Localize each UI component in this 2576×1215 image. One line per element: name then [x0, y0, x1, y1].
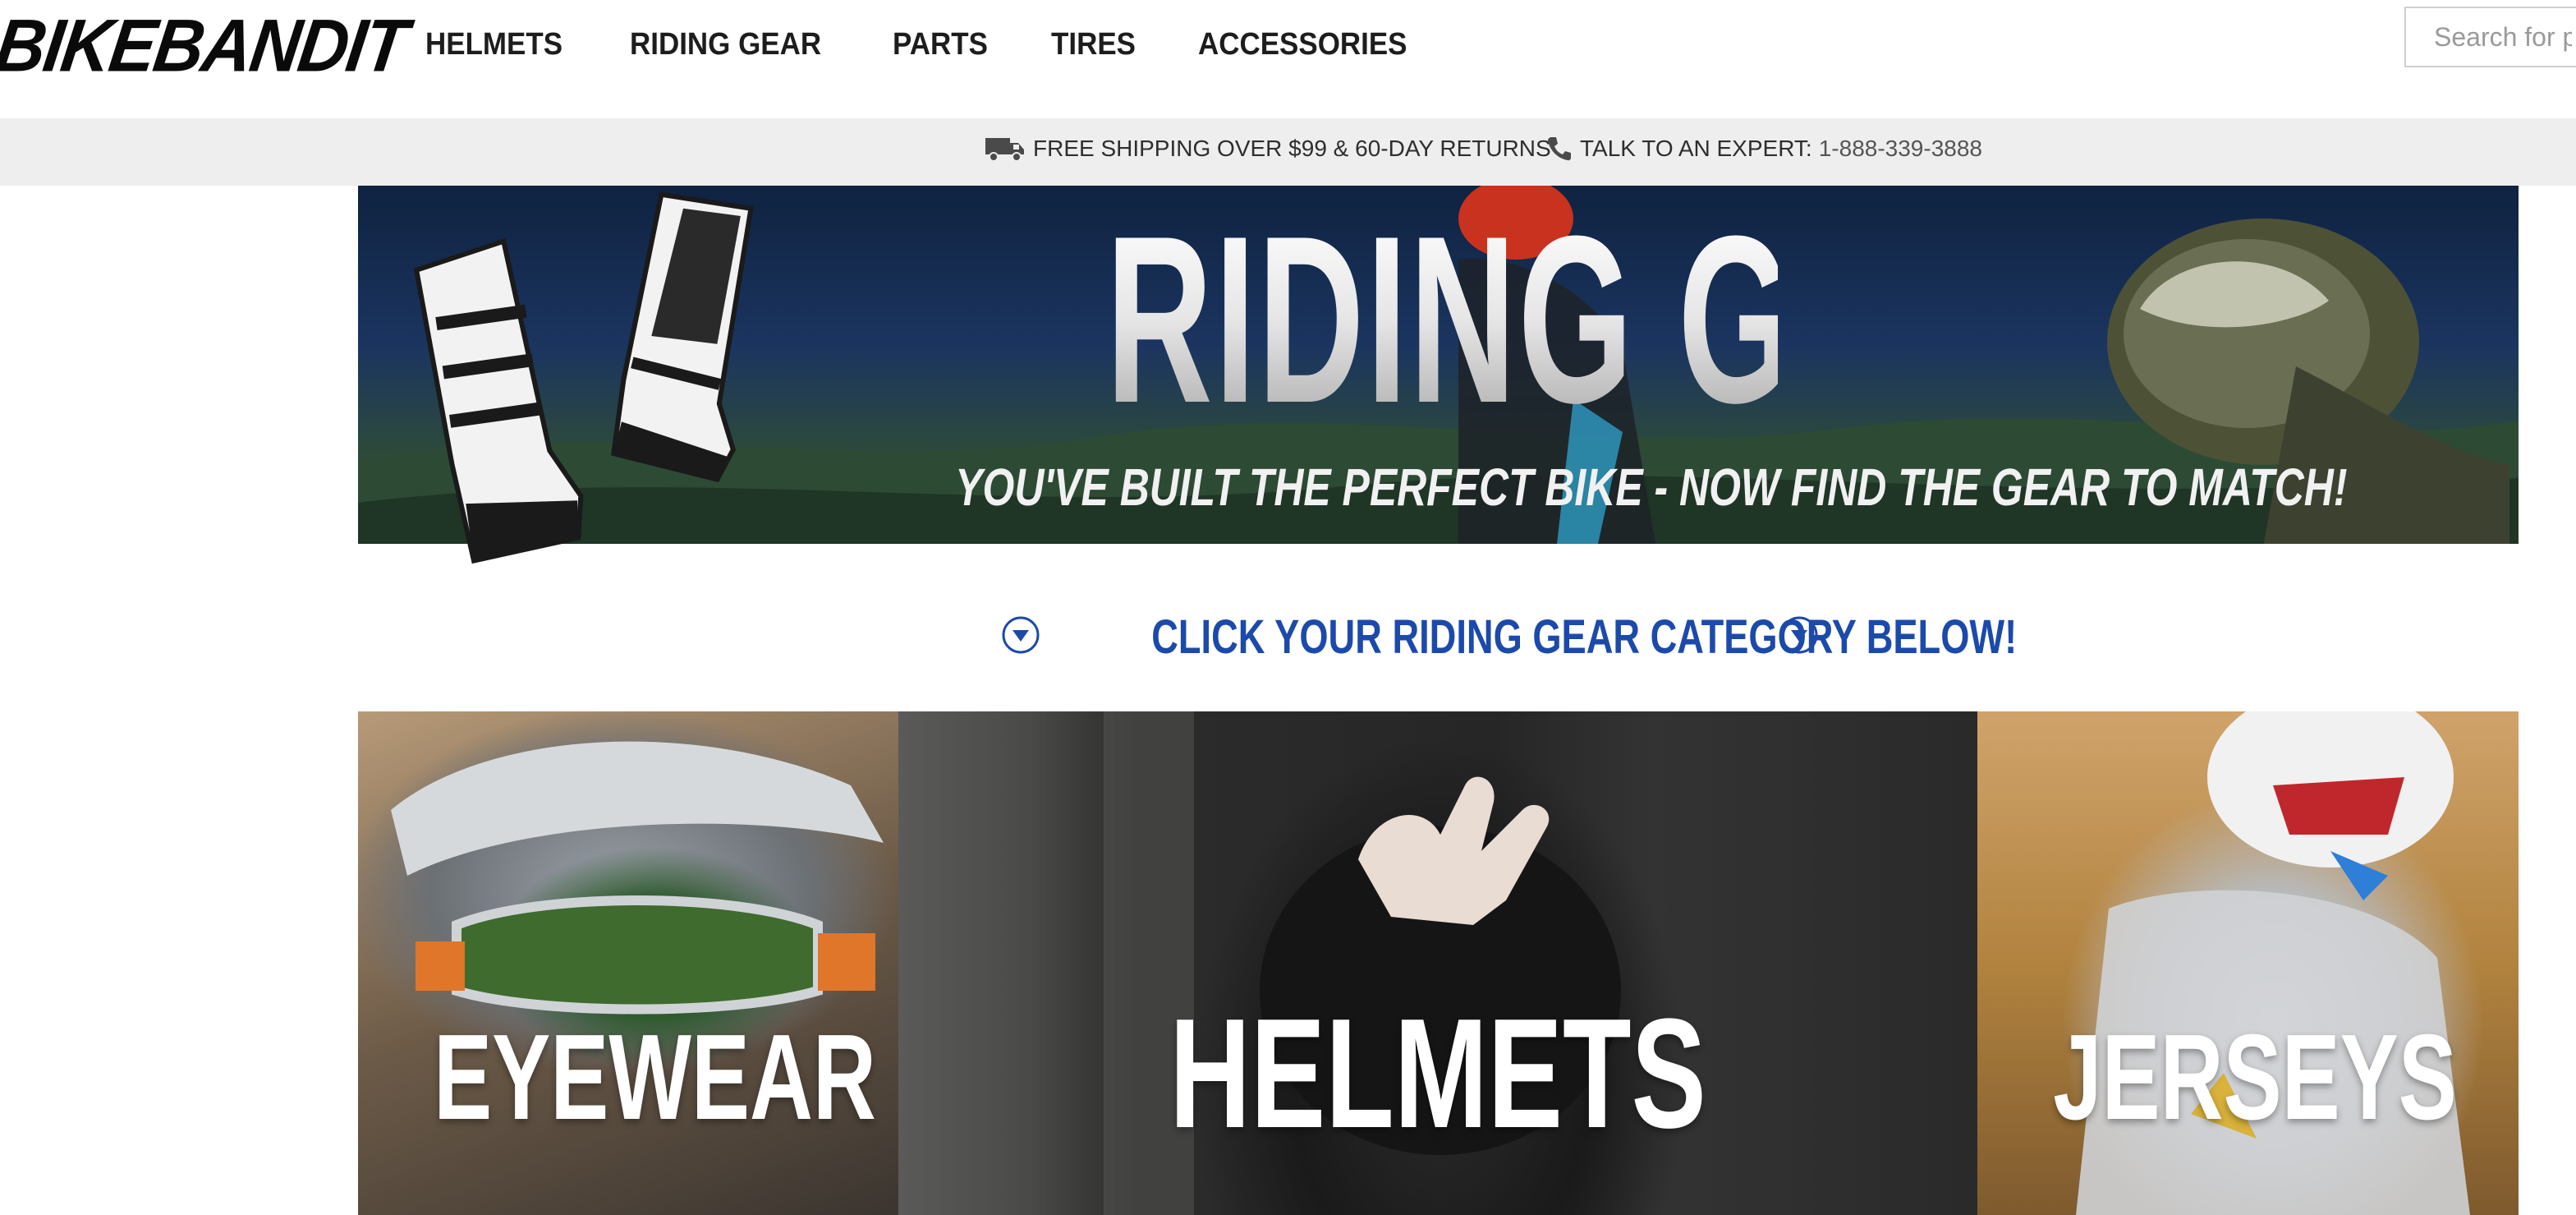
- category-tile-jerseys[interactable]: JERSEYS: [1977, 711, 2519, 1215]
- expert-phone: TALK TO AN EXPERT: 1-888-339-3888: [1545, 135, 1982, 163]
- main-nav: HELMETS RIDING GEAR PARTS TIRES ACCESSOR…: [425, 20, 1480, 69]
- cta-text: CLICK YOUR RIDING GEAR CATEGORY BELOW!: [1151, 610, 2018, 664]
- nav-accessories[interactable]: ACCESSORIES: [1198, 27, 1407, 62]
- info-bar: FREE SHIPPING OVER $99 & 60-DAY RETURNS …: [0, 118, 2576, 186]
- search-input[interactable]: [2404, 7, 2576, 67]
- shipping-text: FREE SHIPPING OVER $99 & 60-DAY RETURNS: [1033, 136, 1551, 161]
- truck-icon: [984, 135, 1026, 163]
- category-tile-helmets[interactable]: HELMETS: [898, 711, 1977, 1215]
- bikebandit-logo[interactable]: BIKEBANDIT: [0, 4, 411, 88]
- category-label-helmets: HELMETS: [1169, 987, 1706, 1161]
- nav-tires[interactable]: TIRES: [1051, 27, 1136, 62]
- nav-helmets[interactable]: HELMETS: [425, 27, 562, 62]
- shipping-info: FREE SHIPPING OVER $99 & 60-DAY RETURNS: [984, 135, 1551, 163]
- category-label-jerseys: JERSEYS: [2053, 1010, 2457, 1145]
- category-label-eyewear: EYEWEAR: [434, 1010, 876, 1145]
- phone-number[interactable]: 1-888-339-3888: [1819, 136, 1982, 162]
- hero-subtitle: YOU'VE BUILT THE PERFECT BIKE - NOW FIND…: [955, 458, 2348, 517]
- category-tile-eyewear[interactable]: EYEWEAR: [358, 711, 898, 1215]
- hero-title: RIDING GEAR: [1105, 186, 2113, 453]
- nav-riding-gear[interactable]: RIDING GEAR: [630, 27, 821, 62]
- mx-boots-image: [413, 191, 754, 564]
- phone-label: TALK TO AN EXPERT:: [1580, 136, 1812, 161]
- category-cta: CLICK YOUR RIDING GEAR CATEGORY BELOW!: [1000, 608, 2018, 665]
- category-tiles: EYEWEAR HELMETS JERSEYS: [358, 711, 2519, 1215]
- site-header: BIKEBANDIT HELMETS RIDING GEAR PARTS TIR…: [0, 0, 2576, 118]
- phone-icon: [1545, 135, 1573, 163]
- chevron-down-circle-icon: [1000, 614, 1041, 660]
- nav-parts[interactable]: PARTS: [893, 27, 988, 62]
